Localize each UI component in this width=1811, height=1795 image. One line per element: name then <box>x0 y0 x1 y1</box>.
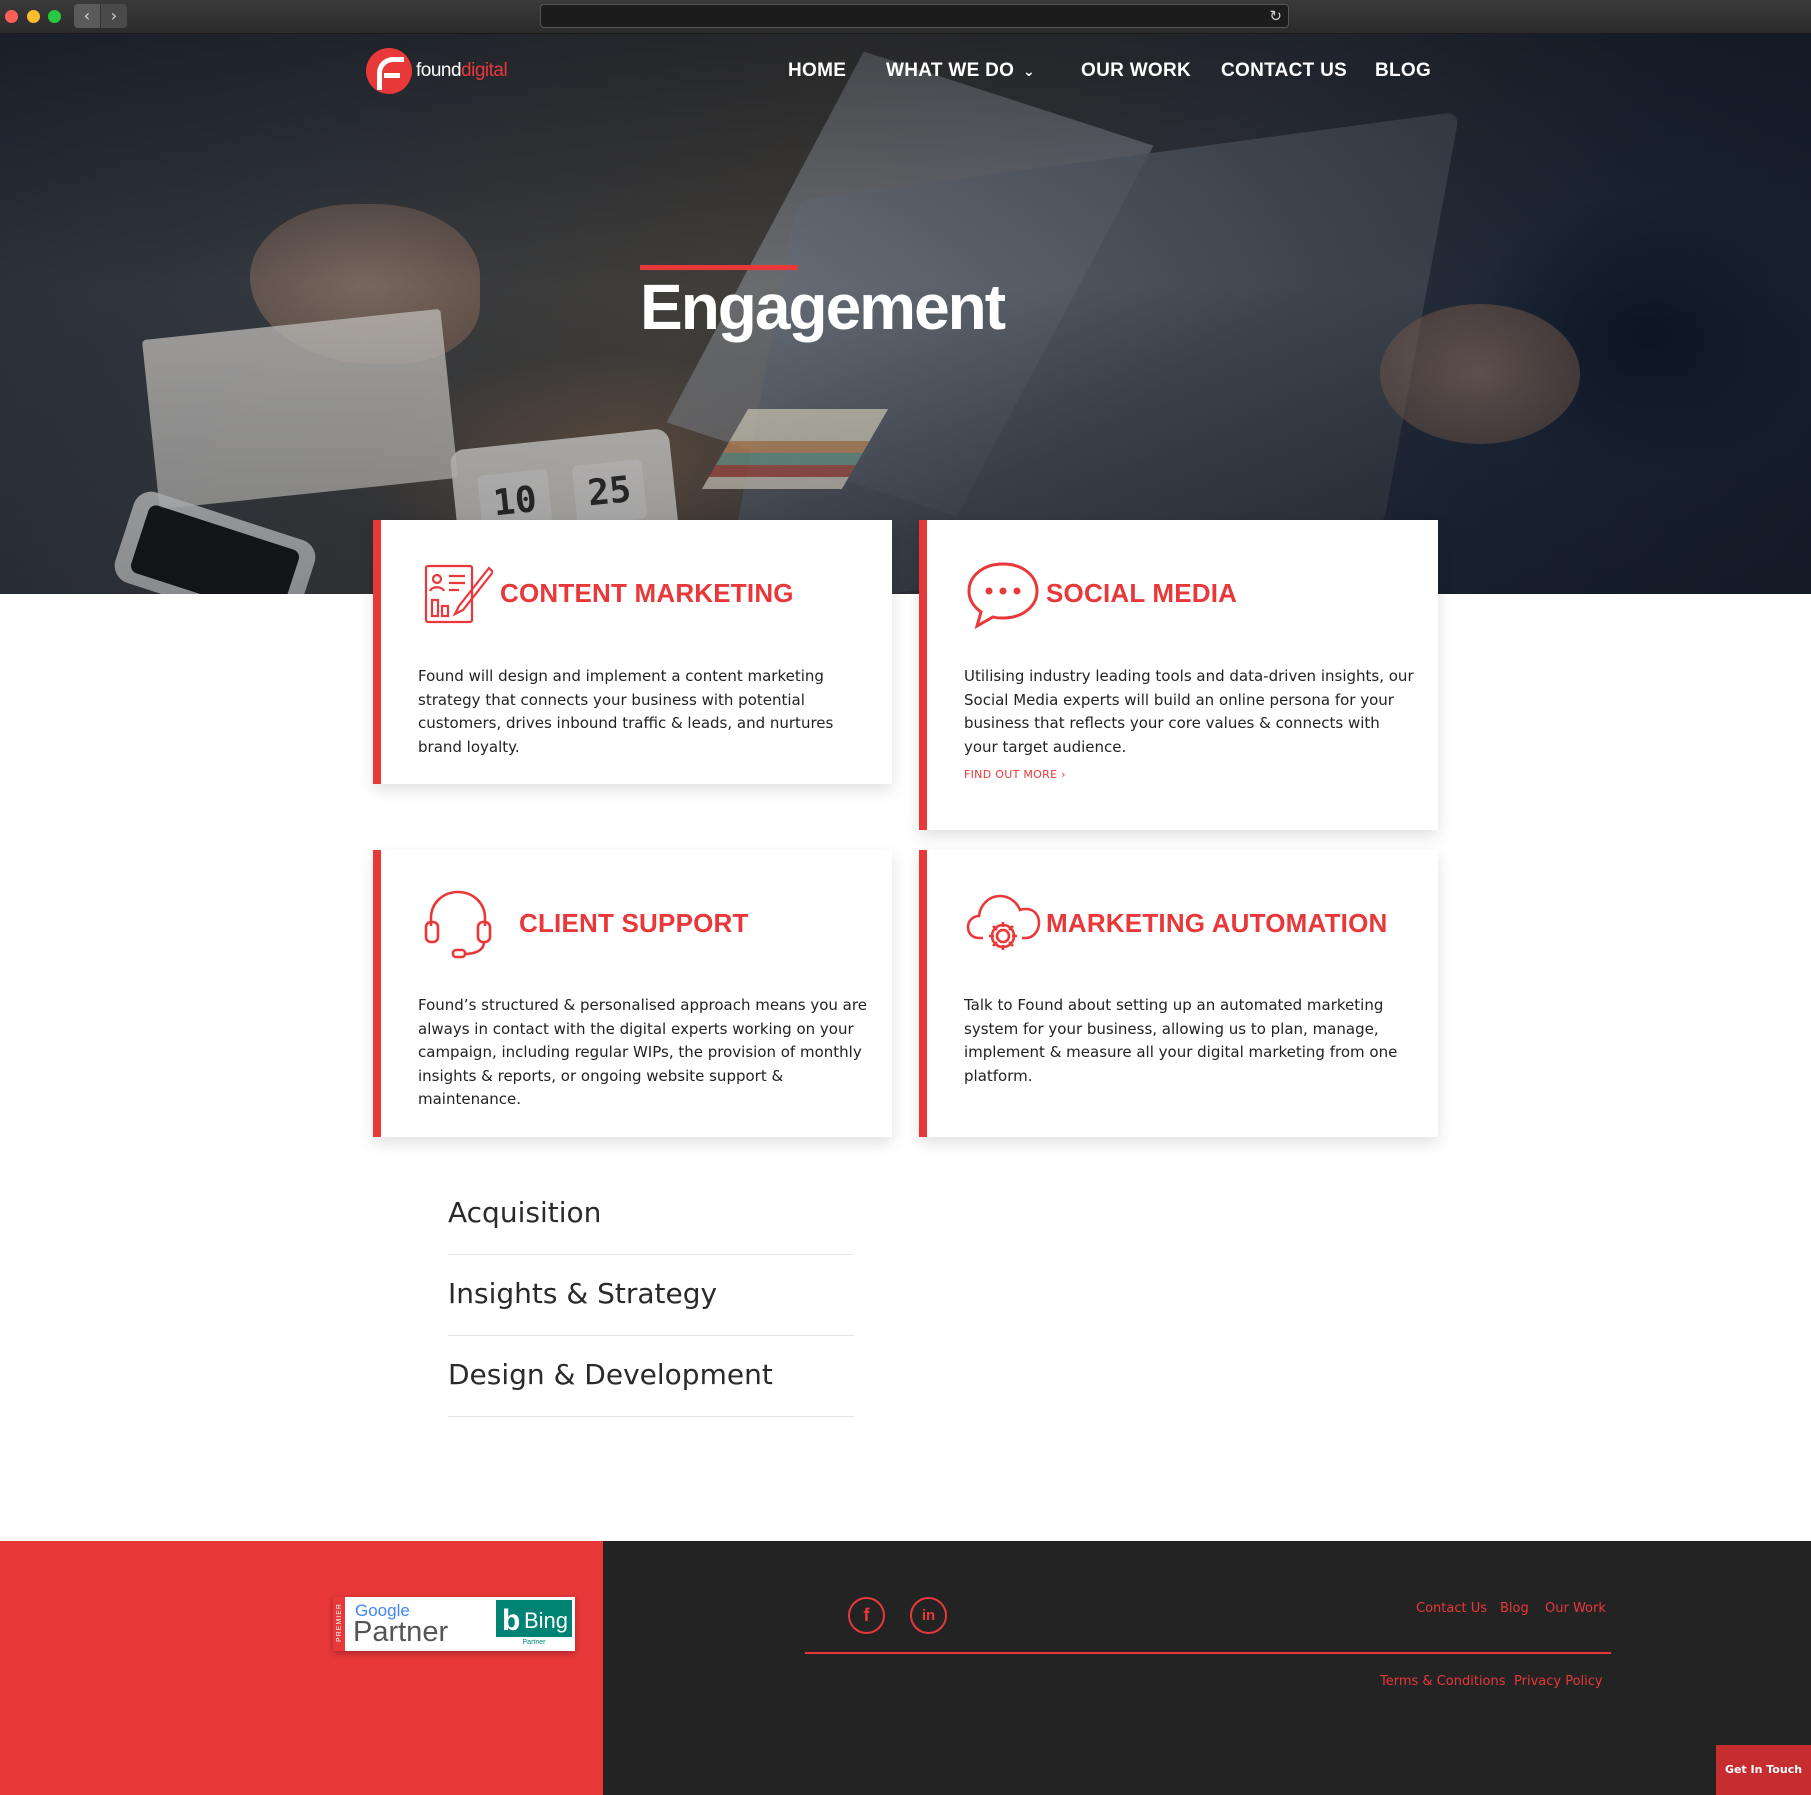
forward-button[interactable]: › <box>101 4 127 28</box>
nav-blog[interactable]: BLOG <box>1375 60 1431 82</box>
logo-text-sub: digital <box>461 60 508 81</box>
address-bar[interactable]: ↻ <box>540 4 1289 28</box>
logo-mark-icon <box>366 48 412 94</box>
service-label: Design & Development <box>448 1358 773 1391</box>
footer-link-terms[interactable]: Terms & Conditions <box>1380 1674 1506 1689</box>
chevron-down-icon[interactable]: ⌄ <box>1023 64 1035 80</box>
found-digital-logo[interactable]: founddigital <box>366 48 508 94</box>
nav-what-we-do[interactable]: WHAT WE DO <box>886 60 1014 82</box>
page-title: Engagement <box>640 271 1006 343</box>
footer-link-our-work[interactable]: Our Work <box>1545 1601 1606 1616</box>
card-marketing-automation: MARKETING AUTOMATION Talk to Found about… <box>919 850 1438 1137</box>
card-description: Talk to Found about setting up an automa… <box>964 996 1398 1085</box>
card-client-support: CLIENT SUPPORT Found’s structured & pers… <box>373 850 892 1137</box>
logo-text-main: found <box>416 60 462 81</box>
footer-link-privacy[interactable]: Privacy Policy <box>1514 1674 1603 1689</box>
footer-divider <box>805 1652 1611 1654</box>
nav-contact-us[interactable]: CONTACT US <box>1221 60 1347 82</box>
service-label: Insights & Strategy <box>448 1277 718 1310</box>
linkedin-icon[interactable]: in <box>910 1597 947 1634</box>
get-in-touch-button[interactable]: Get In Touch <box>1716 1745 1811 1795</box>
service-acquisition[interactable]: Acquisition <box>448 1174 854 1255</box>
bing-partner-label: Partner <box>496 1637 572 1648</box>
bing-logo-icon: b <box>502 1604 521 1637</box>
card-description: Found will design and implement a conten… <box>418 667 834 756</box>
find-out-more-link[interactable]: FIND OUT MORE › <box>964 768 1066 781</box>
card-title: SOCIAL MEDIA <box>1046 578 1238 608</box>
google-partner-badge[interactable]: PREMIER Google Partner b Bing Partner <box>333 1597 575 1651</box>
content-report-icon <box>424 564 493 624</box>
back-button[interactable]: ‹ <box>74 4 100 28</box>
nav-home[interactable]: HOME <box>788 60 846 82</box>
headset-icon <box>424 890 492 959</box>
footer-link-contact-us[interactable]: Contact Us <box>1416 1601 1487 1616</box>
facebook-icon[interactable]: f <box>848 1597 885 1634</box>
bing-partner-badge[interactable]: b Bing Partner <box>493 1597 575 1651</box>
minimize-window-button[interactable] <box>27 10 40 23</box>
chat-bubble-icon <box>967 562 1039 630</box>
footer-link-blog[interactable]: Blog <box>1500 1601 1529 1616</box>
footer-links-panel <box>603 1541 1811 1795</box>
badge-premier-label: PREMIER <box>335 1603 343 1642</box>
card-title: MARKETING AUTOMATION <box>1046 908 1388 938</box>
maximize-window-button[interactable] <box>48 10 61 23</box>
card-description: Utilising industry leading tools and dat… <box>964 667 1414 756</box>
close-window-button[interactable] <box>5 10 18 23</box>
card-description: Found’s structured & personalised approa… <box>418 996 867 1108</box>
card-content-marketing: CONTENT MARKETING Found will design and … <box>373 520 892 784</box>
card-title: CLIENT SUPPORT <box>519 908 749 938</box>
service-design-development[interactable]: Design & Development <box>448 1336 854 1417</box>
browser-toolbar: ‹ › ↻ <box>0 0 1811 34</box>
cloud-gear-icon <box>966 894 1041 950</box>
partner-label: Partner <box>353 1616 449 1648</box>
service-label: Acquisition <box>448 1196 602 1229</box>
card-social-media: SOCIAL MEDIA Utilising industry leading … <box>919 520 1438 830</box>
card-title: CONTENT MARKETING <box>500 578 794 608</box>
service-insights-strategy[interactable]: Insights & Strategy <box>448 1255 854 1336</box>
reload-icon[interactable]: ↻ <box>1269 7 1282 25</box>
footer-badges-panel <box>0 1541 603 1795</box>
bing-label: Bing <box>524 1608 569 1633</box>
nav-our-work[interactable]: OUR WORK <box>1081 60 1191 82</box>
